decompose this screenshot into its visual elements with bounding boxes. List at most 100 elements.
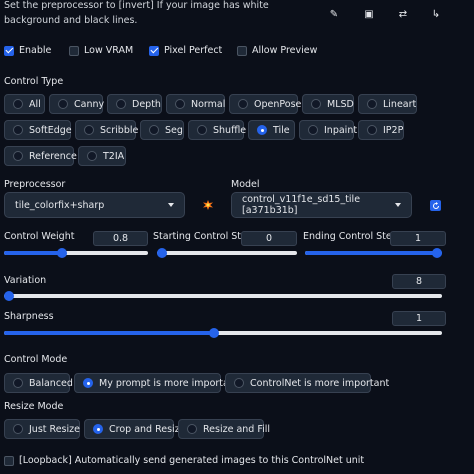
control-type-t2ia[interactable]: T2IA	[78, 146, 126, 166]
starting-step-input[interactable]: 0	[241, 231, 297, 246]
control-type-canny-label: Canny	[74, 98, 105, 110]
resize-mode-just-resize[interactable]: Just Resize	[4, 419, 80, 439]
radio-lineart[interactable]	[367, 99, 377, 109]
pixel-perfect-checkbox[interactable]: Pixel Perfect	[149, 45, 222, 56]
variation-input[interactable]: 8	[392, 274, 446, 289]
ending-step-label: Ending Control Step	[303, 231, 398, 242]
control-type-label: Control Type	[4, 76, 64, 87]
send-icon[interactable]: ↳	[428, 8, 444, 22]
enable-check-box[interactable]	[4, 45, 14, 56]
radio-fill[interactable]	[187, 424, 197, 434]
control-type-inpaint[interactable]: Inpaint	[299, 120, 358, 140]
preprocessor-value: tile_colorfix+sharp	[15, 199, 105, 211]
control-type-softedge-label: SoftEdge	[29, 124, 72, 136]
control-mode-prompt[interactable]: My prompt is more important	[74, 373, 239, 393]
control-type-inpaint-label: Inpaint	[324, 124, 358, 136]
control-type-normal[interactable]: Normal	[166, 94, 225, 114]
control-type-canny[interactable]: Canny	[49, 94, 105, 114]
radio-scribble[interactable]	[84, 125, 94, 135]
loopback-checkbox[interactable]: [Loopback] Automatically send generated …	[4, 455, 364, 466]
control-mode-balanced[interactable]: Balanced	[4, 373, 73, 393]
edit-icon[interactable]: ✎	[326, 8, 342, 22]
sharpness-input[interactable]: 1	[392, 311, 446, 326]
refresh-models-icon[interactable]	[430, 200, 441, 211]
control-weight-thumb[interactable]	[56, 248, 67, 258]
enable-label: Enable	[19, 45, 52, 56]
resize-mode-crop-label: Crop and Resize	[109, 423, 186, 435]
radio-balanced[interactable]	[13, 378, 23, 388]
resize-mode-just-resize-label: Just Resize	[29, 423, 80, 435]
variation-thumb[interactable]	[4, 291, 14, 301]
pixel-perfect-check-box[interactable]	[149, 45, 159, 56]
allow-preview-checkbox[interactable]: Allow Preview	[237, 45, 317, 56]
radio-softedge[interactable]	[13, 125, 23, 135]
allow-preview-label: Allow Preview	[252, 45, 318, 56]
control-mode-controlnet[interactable]: ControlNet is more important	[225, 373, 389, 393]
loopback-label: [Loopback] Automatically send generated …	[19, 455, 365, 466]
control-type-shuffle-label: Shuffle	[213, 124, 247, 136]
control-type-reference[interactable]: Reference	[4, 146, 77, 166]
radio-canny[interactable]	[58, 99, 68, 109]
radio-just-resize[interactable]	[13, 424, 23, 434]
control-type-all[interactable]: All	[4, 94, 45, 114]
control-type-scribble[interactable]: Scribble	[75, 120, 138, 140]
allow-preview-check-box[interactable]	[237, 45, 247, 56]
enable-checkbox[interactable]: Enable	[4, 45, 51, 56]
low-vram-check-box[interactable]	[69, 45, 79, 56]
radio-inpaint[interactable]	[308, 125, 318, 135]
radio-depth[interactable]	[116, 99, 126, 109]
control-type-openpose-label: OpenPose	[254, 98, 302, 110]
model-dropdown[interactable]: control_v11f1e_sd15_tile [a371b31b]	[231, 192, 412, 218]
radio-seg[interactable]	[149, 125, 159, 135]
radio-reference[interactable]	[13, 151, 23, 161]
radio-controlnet[interactable]	[234, 378, 244, 388]
radio-tile[interactable]	[257, 125, 267, 135]
control-type-tile[interactable]: Tile	[248, 120, 295, 140]
sharpness-thumb[interactable]	[209, 328, 220, 338]
model-value: control_v11f1e_sd15_tile [a371b31b]	[242, 194, 361, 216]
sharpness-slider[interactable]	[4, 328, 442, 338]
resize-mode-fill-label: Resize and Fill	[203, 423, 271, 435]
radio-prompt[interactable]	[83, 378, 93, 388]
control-mode-controlnet-label: ControlNet is more important	[250, 377, 390, 389]
control-type-shuffle[interactable]: Shuffle	[188, 120, 247, 140]
control-type-lineart[interactable]: Lineart	[358, 94, 417, 114]
control-weight-input[interactable]: 0.8	[93, 231, 148, 246]
loopback-check-box[interactable]	[4, 455, 14, 466]
radio-crop[interactable]	[93, 424, 103, 434]
control-type-softedge[interactable]: SoftEdge	[4, 120, 72, 140]
radio-t2ia[interactable]	[87, 151, 97, 161]
options-row: Enable Low VRAM Pixel Perfect Allow Prev…	[0, 45, 474, 59]
control-type-ip2p[interactable]: IP2P	[358, 120, 404, 140]
resize-mode-crop[interactable]: Crop and Resize	[84, 419, 186, 439]
run-preprocessor-icon[interactable]	[203, 200, 213, 210]
starting-step-label: Starting Control Step	[153, 231, 253, 242]
radio-mlsd[interactable]	[311, 99, 321, 109]
radio-ip2p[interactable]	[367, 125, 377, 135]
preprocessor-dropdown[interactable]: tile_colorfix+sharp	[4, 192, 185, 218]
ending-step-thumb[interactable]	[432, 248, 442, 258]
radio-all[interactable]	[13, 99, 23, 109]
control-type-depth[interactable]: Depth	[107, 94, 162, 114]
resize-mode-fill[interactable]: Resize and Fill	[178, 419, 270, 439]
ending-step-slider[interactable]	[305, 248, 442, 258]
control-type-ip2p-label: IP2P	[383, 124, 404, 136]
variation-slider[interactable]	[4, 291, 442, 301]
radio-openpose[interactable]	[238, 99, 248, 109]
camera-icon[interactable]: ▣	[361, 8, 377, 22]
control-mode-label: Control Mode	[4, 354, 68, 365]
radio-shuffle[interactable]	[197, 125, 207, 135]
control-type-reference-label: Reference	[29, 150, 77, 162]
control-type-openpose[interactable]: OpenPose	[229, 94, 302, 114]
ending-step-input[interactable]: 1	[390, 231, 446, 246]
control-weight-slider[interactable]	[4, 248, 148, 258]
starting-step-thumb[interactable]	[157, 248, 167, 258]
low-vram-checkbox[interactable]: Low VRAM	[69, 45, 133, 56]
control-type-mlsd[interactable]: MLSD	[302, 94, 354, 114]
starting-step-slider[interactable]	[157, 248, 297, 258]
swap-icon[interactable]: ⇄	[395, 8, 411, 22]
radio-normal[interactable]	[175, 99, 185, 109]
control-weight-fill	[4, 251, 62, 255]
control-type-seg[interactable]: Seg	[140, 120, 184, 140]
control-type-t2ia-label: T2IA	[103, 150, 125, 162]
